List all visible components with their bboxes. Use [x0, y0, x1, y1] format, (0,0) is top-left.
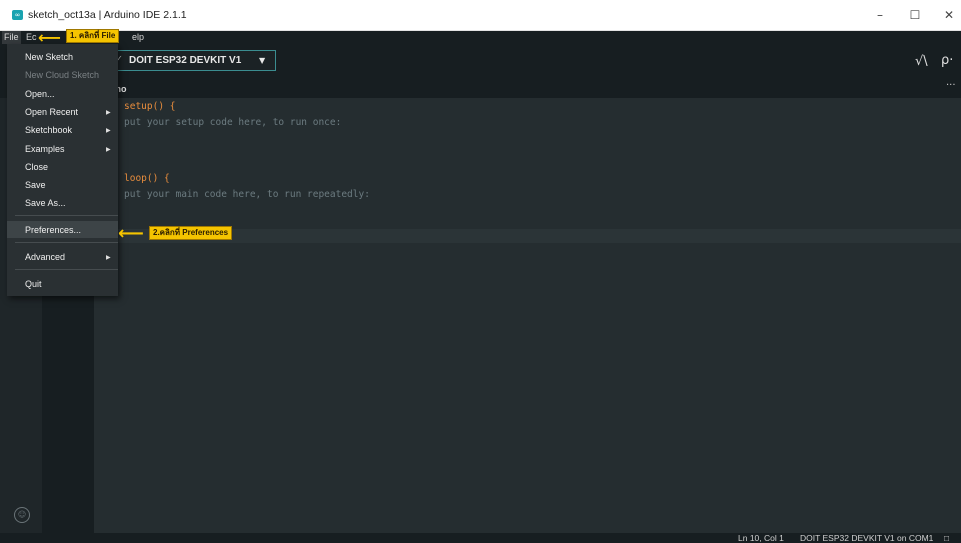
- close-button[interactable]: ✕: [934, 5, 961, 25]
- serial-monitor-icon[interactable]: ρ·: [941, 53, 953, 68]
- menu-item-quit[interactable]: Quit: [25, 279, 42, 289]
- code-line: setup() {: [124, 101, 176, 112]
- chevron-down-icon: ▼: [259, 56, 266, 65]
- more-icon[interactable]: ···: [946, 80, 956, 91]
- annotation-step-1: 1. คลิกที่ File: [66, 29, 120, 43]
- menu-item-open[interactable]: Open...: [25, 89, 55, 99]
- annotation-arrow-icon: ⟵: [38, 28, 61, 47]
- board-selector[interactable]: ✓ DOIT ESP32 DEVKIT V1 ▼: [113, 50, 276, 71]
- menu-item-sketchbook[interactable]: Sketchbook: [25, 125, 72, 135]
- serial-plotter-icon[interactable]: √\: [915, 54, 928, 69]
- window-title: sketch_oct13a | Arduino IDE 2.1.1: [28, 9, 187, 21]
- notification-icon[interactable]: □: [944, 533, 949, 543]
- code-editor[interactable]: [94, 98, 961, 533]
- title-bar: ∞ sketch_oct13a | Arduino IDE 2.1.1 – ☐ …: [0, 0, 961, 31]
- submenu-arrow-icon: ▶: [106, 127, 111, 134]
- minimize-button[interactable]: –: [865, 5, 895, 25]
- code-line: loop() {: [124, 173, 170, 184]
- menu-item-open-recent[interactable]: Open Recent: [25, 107, 78, 117]
- board-name: DOIT ESP32 DEVKIT V1: [129, 55, 242, 66]
- board-port-status[interactable]: DOIT ESP32 DEVKIT V1 on COM1: [800, 533, 933, 543]
- menu-item-new-cloud-sketch: New Cloud Sketch: [25, 70, 100, 80]
- annotation-arrow-icon: ⟵: [118, 223, 144, 244]
- cursor-position: Ln 10, Col 1: [738, 533, 784, 543]
- menu-separator: [15, 242, 118, 243]
- menu-item-save-as[interactable]: Save As...: [25, 198, 66, 208]
- maximize-button[interactable]: ☐: [900, 5, 930, 25]
- menu-item-save[interactable]: Save: [25, 180, 46, 190]
- menu-item-close[interactable]: Close: [25, 162, 48, 172]
- annotation-step-2: 2.คลิกที่ Preferences: [149, 226, 233, 240]
- submenu-arrow-icon: ▶: [106, 254, 111, 261]
- menu-separator: [15, 269, 118, 270]
- tab-bar: [0, 80, 961, 98]
- menu-file[interactable]: File: [2, 31, 21, 44]
- arduino-logo-icon: ∞: [12, 10, 23, 20]
- submenu-arrow-icon: ▶: [106, 109, 111, 116]
- menu-separator: [15, 215, 118, 216]
- profile-icon[interactable]: ☺: [14, 507, 30, 523]
- menu-item-new-sketch[interactable]: New Sketch: [25, 52, 73, 62]
- menu-help[interactable]: elp: [132, 32, 144, 42]
- menu-item-examples[interactable]: Examples: [25, 144, 65, 154]
- submenu-arrow-icon: ▶: [106, 146, 111, 153]
- code-line: put your main code here, to run repeated…: [124, 189, 370, 200]
- menu-bar: [0, 31, 961, 44]
- menu-item-preferences[interactable]: Preferences...: [25, 225, 81, 235]
- menu-edit[interactable]: Ec: [26, 32, 37, 42]
- menu-item-advanced[interactable]: Advanced: [25, 252, 65, 262]
- code-line: put your setup code here, to run once:: [124, 117, 342, 128]
